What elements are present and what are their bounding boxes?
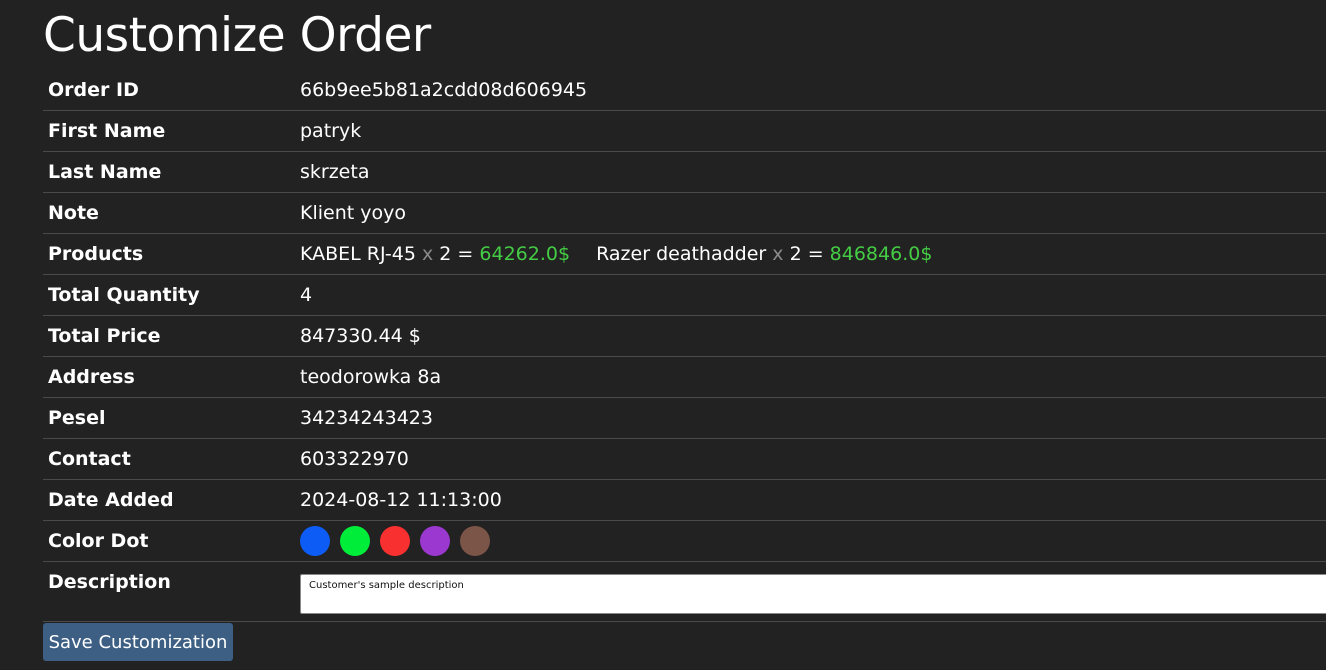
row-total-price: Total Price 847330.44 $ xyxy=(43,315,1326,357)
products-label: Products xyxy=(43,233,295,275)
order-details-table: Order ID 66b9ee5b81a2cdd08d606945 First … xyxy=(43,70,1326,622)
color-dot-label: Color Dot xyxy=(43,520,295,562)
color-dot-value xyxy=(295,520,1326,562)
row-color-dot: Color Dot xyxy=(43,520,1326,562)
row-address: Address teodorowka 8a xyxy=(43,356,1326,398)
description-label: Description xyxy=(43,561,295,622)
date-added-label: Date Added xyxy=(43,479,295,521)
product-name: Razer deathadder xyxy=(596,243,767,265)
row-last-name: Last Name skrzeta xyxy=(43,151,1326,193)
row-first-name: First Name patryk xyxy=(43,110,1326,152)
row-date-added: Date Added 2024-08-12 11:13:00 xyxy=(43,479,1326,521)
color-dot-brown[interactable] xyxy=(460,526,490,556)
product-price: 846846.0$ xyxy=(829,243,933,265)
last-name-value: skrzeta xyxy=(295,151,1326,193)
note-label: Note xyxy=(43,192,295,234)
products-value: KABEL RJ-45 x 2 = 64262.0$ Razer deathad… xyxy=(295,233,1326,275)
first-name-value: patryk xyxy=(295,110,1326,152)
total-quantity-label: Total Quantity xyxy=(43,274,295,316)
description-input[interactable]: Customer's sample description xyxy=(300,574,1326,614)
color-dot-picker xyxy=(300,526,1321,556)
product-qty: 2 = xyxy=(439,243,474,265)
product-times: x xyxy=(772,243,784,265)
product-qty: 2 = xyxy=(789,243,824,265)
row-note: Note Klient yoyo xyxy=(43,192,1326,234)
order-id-value: 66b9ee5b81a2cdd08d606945 xyxy=(295,70,1326,111)
order-id-label: Order ID xyxy=(43,70,295,111)
color-dot-green[interactable] xyxy=(340,526,370,556)
row-contact: Contact 603322970 xyxy=(43,438,1326,480)
customize-order-page: Customize Order Order ID 66b9ee5b81a2cdd… xyxy=(0,0,1326,670)
contact-label: Contact xyxy=(43,438,295,480)
last-name-label: Last Name xyxy=(43,151,295,193)
date-added-value: 2024-08-12 11:13:00 xyxy=(295,479,1326,521)
row-order-id: Order ID 66b9ee5b81a2cdd08d606945 xyxy=(43,70,1326,111)
address-value: teodorowka 8a xyxy=(295,356,1326,398)
color-dot-red[interactable] xyxy=(380,526,410,556)
address-label: Address xyxy=(43,356,295,398)
color-dot-purple[interactable] xyxy=(420,526,450,556)
first-name-label: First Name xyxy=(43,110,295,152)
product-name: KABEL RJ-45 xyxy=(300,243,416,265)
page-title: Customize Order xyxy=(43,8,431,63)
product-price: 64262.0$ xyxy=(479,243,571,265)
total-quantity-value: 4 xyxy=(295,274,1326,316)
save-customization-button[interactable]: Save Customization xyxy=(43,623,233,661)
pesel-value: 34234243423 xyxy=(295,397,1326,439)
total-price-value: 847330.44 $ xyxy=(295,315,1326,357)
product-times: x xyxy=(422,243,434,265)
row-pesel: Pesel 34234243423 xyxy=(43,397,1326,439)
description-cell: Customer's sample description xyxy=(295,561,1326,622)
contact-value: 603322970 xyxy=(295,438,1326,480)
row-description: Description Customer's sample descriptio… xyxy=(43,561,1326,622)
pesel-label: Pesel xyxy=(43,397,295,439)
color-dot-blue[interactable] xyxy=(300,526,330,556)
note-value: Klient yoyo xyxy=(295,192,1326,234)
row-products: Products KABEL RJ-45 x 2 = 64262.0$ Raze… xyxy=(43,233,1326,275)
row-total-quantity: Total Quantity 4 xyxy=(43,274,1326,316)
total-price-label: Total Price xyxy=(43,315,295,357)
product-item: KABEL RJ-45 x 2 = 64262.0$ xyxy=(300,243,570,265)
product-item: Razer deathadder x 2 = 846846.0$ xyxy=(596,243,932,265)
